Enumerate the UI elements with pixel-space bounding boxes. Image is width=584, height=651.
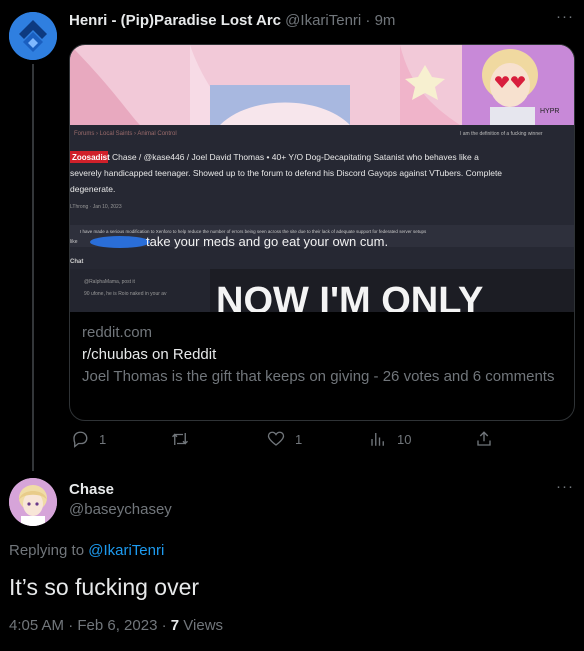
forum-post-meta: LThrong · Jan 10, 2023 [70, 204, 122, 210]
tweet-header: Henri - (Pip)Paradise Lost Arc @IkariTen… [69, 12, 395, 29]
card-title: r/chuubas on Reddit [82, 346, 217, 363]
more-options-icon[interactable]: ··· [556, 478, 574, 495]
forum-corner-note: I am the definition of a fucking winner [460, 131, 543, 137]
tweet-time[interactable]: · 9m [365, 12, 395, 29]
card-domain: reddit.com [82, 324, 153, 341]
forum-chat-line2: 90 ufone, he is Roio naked in your av [84, 291, 167, 297]
forum-chat-line1: @RalphaMama, post it [84, 279, 136, 285]
retweet-button[interactable] [171, 430, 199, 448]
card-description: Joel Thomas is the gift that keeps on gi… [82, 368, 555, 385]
analytics-icon [371, 433, 384, 446]
avatar-image [9, 478, 57, 526]
replying-to: Replying to @IkariTenri [9, 542, 164, 559]
reply-count: 1 [99, 431, 107, 447]
reply-text: It’s so fucking over [9, 574, 200, 600]
more-options-icon[interactable]: ··· [556, 8, 574, 25]
forum-breadcrumb: Forums › Local Saints › Animal Control [74, 131, 177, 137]
forum-post-line3: degenerate. [70, 184, 115, 194]
meme-text: NOW I'M ONLY [216, 280, 483, 312]
like-button[interactable]: 1 [267, 430, 302, 448]
forum-notice-2: like [70, 239, 78, 245]
tweet-actions: 1 1 10 [69, 430, 499, 454]
author-handle[interactable]: @IkariTenri [285, 12, 361, 29]
logo-icon [9, 12, 57, 60]
tweet-quoted: Henri - (Pip)Paradise Lost Arc @IkariTen… [0, 0, 584, 471]
thread-line [32, 64, 34, 471]
sticker-text: HYPR [540, 108, 559, 115]
share-button[interactable] [475, 430, 493, 448]
reply-views-count: 7 [170, 617, 180, 634]
card-text[interactable]: reddit.com r/chuubas on Reddit Joel Thom… [82, 323, 562, 387]
forum-badge: Zoosadist [72, 153, 110, 162]
reply-avatar[interactable] [9, 478, 57, 526]
forum-post-line1: Chase / @kase446 / Joel David Thomas • 4… [112, 152, 479, 162]
retweet-icon [172, 433, 188, 445]
forum-chat-label: Chat [70, 259, 83, 265]
reply-author-name[interactable]: Chase [69, 481, 114, 498]
reply-author-handle[interactable]: @baseychasey [69, 501, 172, 518]
share-icon [477, 431, 491, 446]
card-image-art: HYPR Forums › Local Saints › Animal Cont… [70, 45, 574, 312]
like-count: 1 [295, 431, 303, 447]
card-image[interactable]: HYPR Forums › Local Saints › Animal Cont… [70, 45, 574, 312]
replying-to-label: Replying to [9, 542, 85, 559]
reply-views-label: Views [183, 617, 224, 634]
reply-button[interactable]: 1 [71, 430, 106, 448]
forum-post-line2: severely handicapped teenager. Showed up… [70, 168, 502, 178]
replying-to-handle[interactable]: @IkariTenri [88, 542, 164, 559]
reply-meta: 4:05 AM · Feb 6, 2023 · 7 Views [9, 617, 223, 634]
reply-timestamp[interactable]: 4:05 AM · Feb 6, 2023 · [9, 617, 167, 634]
views-button[interactable]: 10 [369, 430, 411, 448]
author-name[interactable]: Henri - (Pip)Paradise Lost Arc [69, 12, 281, 29]
meme-caption: take your meds and go eat your own cum. [146, 234, 388, 249]
reply-icon [73, 431, 88, 448]
avatar[interactable] [9, 12, 57, 60]
link-card[interactable]: HYPR Forums › Local Saints › Animal Cont… [69, 44, 575, 421]
views-count: 10 [397, 431, 412, 447]
heart-icon [267, 431, 285, 446]
